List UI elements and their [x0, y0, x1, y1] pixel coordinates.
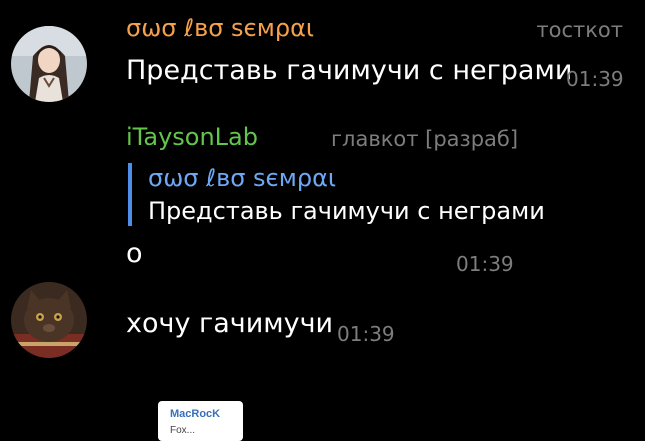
anime-girl-avatar-icon: [11, 26, 87, 102]
reply-quote-text[interactable]: Представь гачимучи с неграми: [148, 195, 545, 227]
message-text: хочу гачимучи: [126, 308, 334, 339]
message-time: 01:39: [456, 252, 514, 276]
message-text: о: [126, 238, 143, 269]
sender-badge: тосткот: [536, 18, 623, 42]
sticker-preview[interactable]: MacRocK Fox...: [158, 401, 243, 441]
message-text: Представь гачимучи с неграми: [126, 55, 573, 86]
reply-sender-name[interactable]: σωσ ℓвσ ѕємραι: [148, 162, 336, 194]
reply-accent-bar: [128, 163, 132, 226]
cat-avatar-icon: [11, 282, 87, 358]
sender-name[interactable]: iTaysonLab: [126, 121, 258, 153]
sticker-subtitle: Fox...: [170, 425, 196, 436]
sender-badge: главкот [разраб]: [331, 127, 519, 151]
avatar-anime-girl[interactable]: [11, 26, 87, 102]
message-time: 01:39: [337, 322, 395, 346]
sender-name[interactable]: σωσ ℓвσ ѕємραι: [126, 12, 314, 44]
avatar-cat[interactable]: [11, 282, 87, 358]
sticker-title: MacRocK: [170, 408, 221, 420]
message-time: 01:39: [566, 67, 624, 91]
